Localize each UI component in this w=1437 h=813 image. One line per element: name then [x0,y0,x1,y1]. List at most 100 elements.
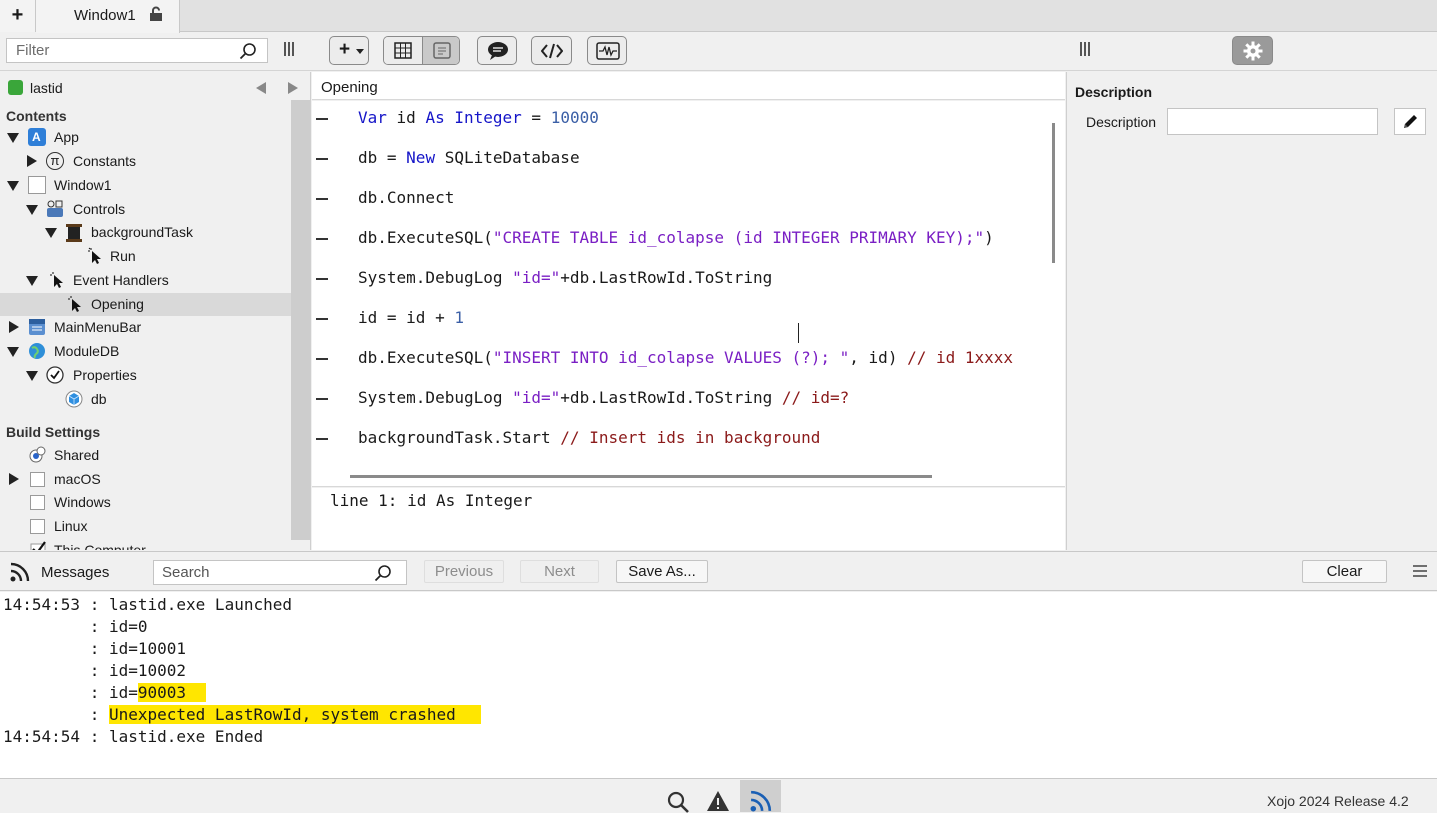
nav-item-app[interactable]: A App [0,126,291,149]
tab-window1[interactable]: Window1 [36,0,180,33]
pencil-icon [1404,115,1417,128]
nav-item-controls[interactable]: Controls [0,198,291,221]
build-item-windows[interactable]: Windows [0,491,291,514]
nav-item-label: Linux [54,518,88,534]
disclosure-right-icon[interactable] [9,321,19,333]
build-item-shared[interactable]: Shared [0,444,291,467]
disclosure-down-icon[interactable] [7,347,19,357]
code-line[interactable]: db = New SQLiteDatabase [312,141,1045,181]
nav-item-properties[interactable]: Properties [0,364,291,387]
code-token: // id 1xxxx [907,348,1014,367]
nav-item-run[interactable]: Run [0,245,291,268]
disclosure-right-icon[interactable] [9,473,19,485]
code-token: As [425,108,445,127]
lock-icon[interactable] [148,6,164,25]
messages-log[interactable]: 14:54:53 : lastid.exe Launched : id=0 : … [0,592,1437,779]
log-line: 14:54:54 : lastid.exe Ended [3,727,263,749]
contents-heading: Contents [6,108,67,124]
nav-item-opening[interactable]: Opening [0,293,291,316]
nav-item-label: MainMenuBar [54,319,142,335]
scrollbar-thumb[interactable] [1052,123,1055,263]
nav-item-window1[interactable]: Window1 [0,174,291,197]
scrollbar-thumb[interactable] [291,100,310,540]
code-view-button[interactable] [422,37,459,64]
build-item-linux[interactable]: Linux [0,515,291,538]
nav-item-constants[interactable]: π Constants [0,150,291,173]
code-token: SQLiteDatabase [435,148,580,167]
log-text: id=10002 [108,661,187,680]
filter-input[interactable]: Filter [6,38,268,63]
checkbox-icon[interactable] [30,495,45,510]
inspector-grip-icon[interactable] [1080,42,1090,58]
messages-search-input[interactable]: Search [153,560,407,585]
nav-item-label: Opening [91,296,144,312]
log-text: id=0 [108,617,148,636]
navigator-scrollbar[interactable] [291,100,310,550]
nav-item-mainmenubar[interactable]: MainMenuBar [0,316,291,339]
clear-button[interactable]: Clear [1302,560,1387,583]
build-item-this-computer[interactable]: This Computer [0,539,291,550]
checkbox-icon[interactable] [30,519,45,534]
log-prefix: : [3,705,109,724]
nav-item-label: Controls [73,201,126,217]
code-line[interactable]: System.DebugLog "id="+db.LastRowId.ToStr… [312,261,1045,301]
nav-item-label: Run [110,248,136,264]
add-item-button[interactable]: + [329,36,369,65]
gear-icon [1243,41,1263,61]
search-icon[interactable] [667,791,689,813]
disclosure-down-icon[interactable] [7,181,19,191]
inspector-section-title: Description [1075,84,1153,100]
highlighted-log-text: Unexpected LastRowId, system crashed [108,705,482,724]
code-line[interactable]: System.DebugLog "id="+db.LastRowId.ToStr… [312,381,1045,421]
inspector-panel: Description Description [1066,72,1437,550]
comment-button[interactable] [477,36,517,65]
nav-item-db[interactable]: db [0,388,291,411]
new-tab-button[interactable]: + [0,0,36,32]
warning-icon[interactable] [706,790,730,812]
disclosure-down-icon[interactable] [26,205,38,215]
grid-view-button[interactable] [384,37,422,64]
disclosure-down-icon[interactable] [45,228,57,238]
module-globe-icon [28,342,46,360]
code-token: "INSERT INTO id_colapse VALUES (?); " [492,348,850,367]
code-line[interactable]: id = id + 1 [312,301,1045,341]
navigator-grip-icon[interactable] [284,42,294,58]
nav-item-event-handlers[interactable]: Event Handlers [0,269,291,292]
checkmark-icon[interactable] [30,541,48,550]
code-editor[interactable]: Var id As Integer = 10000 db = New SQLit… [312,101,1045,467]
build-item-macos[interactable]: macOS [0,468,291,491]
previous-button[interactable]: Previous [424,560,504,583]
code-line[interactable]: db.Connect [312,181,1045,221]
description-field[interactable] [1167,108,1378,135]
forward-arrow-icon[interactable] [288,82,298,94]
code-vertical-scrollbar[interactable] [1045,101,1065,467]
back-arrow-icon[interactable] [256,82,266,94]
code-line[interactable]: Var id As Integer = 10000 [312,101,1045,141]
line-marker [316,398,328,400]
code-line[interactable]: db.ExecuteSQL("INSERT INTO id_colapse VA… [312,341,1045,381]
code-button[interactable] [531,36,572,65]
code-line[interactable]: backgroundTask.Start // Insert ids in ba… [312,421,1045,461]
search-icon [239,43,256,60]
code-horizontal-scrollbar[interactable] [312,467,1065,487]
nav-item-moduledb[interactable]: ModuleDB [0,340,291,363]
nav-item-label: macOS [54,471,101,487]
version-label: Xojo 2024 Release 4.2 [1267,793,1409,809]
disclosure-down-icon[interactable] [26,371,38,381]
code-line[interactable]: db.ExecuteSQL("CREATE TABLE id_colapse (… [312,221,1045,261]
inspector-settings-button[interactable] [1232,36,1273,65]
disclosure-down-icon[interactable] [7,133,19,143]
messages-tab[interactable] [740,780,781,812]
save-as-button[interactable]: Save As... [616,560,708,583]
scrollbar-thumb[interactable] [350,475,932,478]
disclosure-right-icon[interactable] [27,155,37,167]
nav-item-label: This Computer [54,542,146,550]
edit-description-button[interactable] [1394,108,1426,135]
project-name: lastid [30,80,63,96]
next-button[interactable]: Next [520,560,599,583]
checkbox-icon[interactable] [30,472,45,487]
disclosure-down-icon[interactable] [26,276,38,286]
menu-icon[interactable] [1413,565,1427,577]
nav-item-backgroundtask[interactable]: backgroundTask [0,221,291,244]
profiler-button[interactable] [587,36,627,65]
